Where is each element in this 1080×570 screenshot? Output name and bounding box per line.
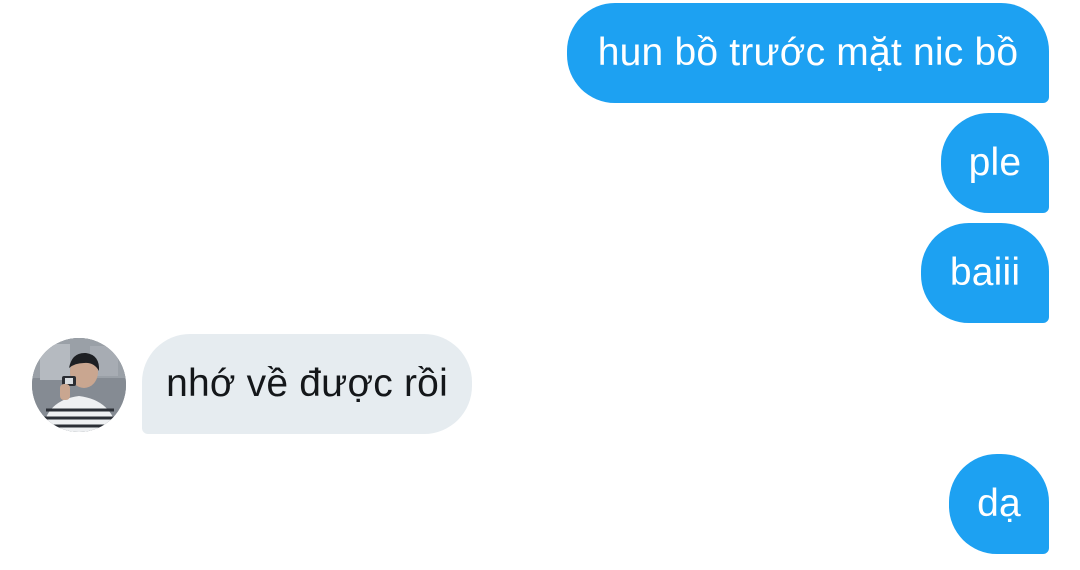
- avatar-photo: [32, 338, 126, 432]
- sender-avatar[interactable]: [32, 338, 126, 432]
- sent-message-bubble[interactable]: baiii: [921, 223, 1049, 323]
- message-text: hun bồ trước mặt nic bồ: [597, 31, 1019, 74]
- received-message-bubble[interactable]: nhớ về được rồi: [142, 334, 472, 434]
- message-text: dạ: [977, 482, 1021, 525]
- message-text: baiii: [949, 251, 1021, 294]
- sent-message-bubble[interactable]: dạ: [949, 454, 1049, 554]
- message-text: nhớ về được rồi: [166, 362, 448, 405]
- sent-message-bubble[interactable]: ple: [941, 113, 1049, 213]
- message-text: ple: [968, 141, 1022, 184]
- sent-message-bubble[interactable]: hun bồ trước mặt nic bồ: [567, 3, 1049, 103]
